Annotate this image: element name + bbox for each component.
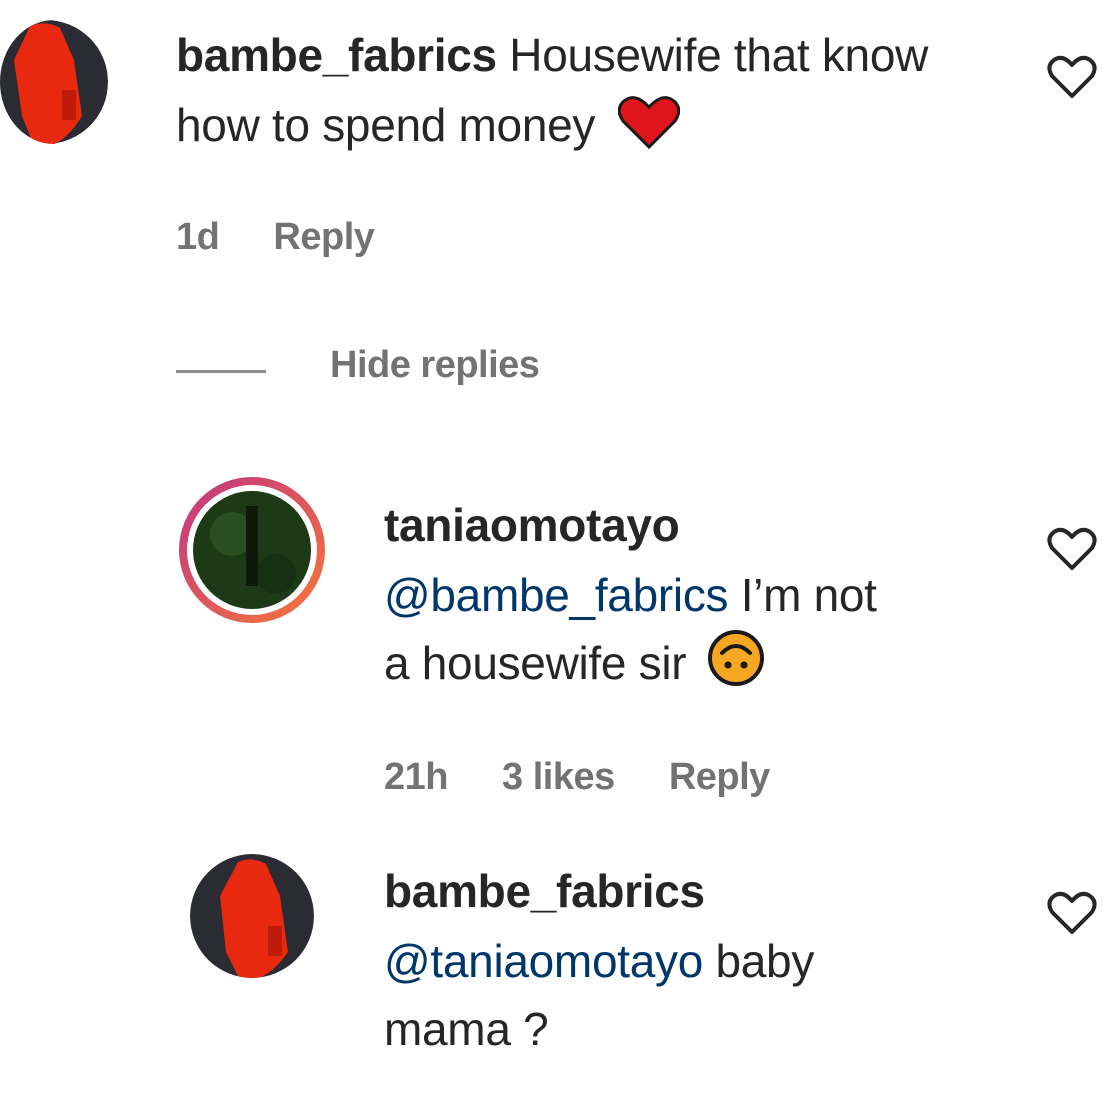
like-heart-icon[interactable] <box>1046 890 1098 936</box>
comment-username[interactable]: bambe_fabrics <box>176 29 497 81</box>
upside-down-face-icon <box>707 629 765 706</box>
reply-text-line1: I’m not <box>740 569 877 621</box>
replies-divider <box>176 370 266 373</box>
reply-button[interactable]: Reply <box>273 216 374 258</box>
comment-time: 1d <box>176 216 220 258</box>
reply-text-line1: baby <box>715 935 815 987</box>
red-heart-icon <box>617 95 680 168</box>
reply-username[interactable]: bambe_fabrics <box>384 856 705 926</box>
hide-replies-button[interactable]: Hide replies <box>330 344 540 387</box>
like-heart-icon[interactable] <box>1046 526 1098 572</box>
reply-button[interactable]: Reply <box>669 756 770 798</box>
likes-count[interactable]: 3 likes <box>502 756 615 798</box>
reply-text-line2-row: a housewife sir <box>384 628 765 706</box>
mention-link[interactable]: @taniaomotayo <box>384 935 703 987</box>
reply-time: 21h <box>384 756 448 798</box>
reply-text-line2: a housewife sir <box>384 637 687 689</box>
comment-body: bambe_fabrics Housewife that know how to… <box>176 20 976 168</box>
reply-text: @bambe_fabrics I’m not <box>384 560 1024 630</box>
reply-text: @taniaomotayo baby <box>384 926 1024 996</box>
mention-link[interactable]: @bambe_fabrics <box>384 569 729 621</box>
comment-meta: 1d Reply <box>176 216 418 259</box>
reply-text-line2: mama ? <box>384 1003 549 1055</box>
reply-meta: 21h 3 likes Reply <box>384 756 814 799</box>
like-heart-icon[interactable] <box>1046 54 1098 100</box>
avatar-taniaomotayo[interactable] <box>176 474 328 626</box>
avatar-bambe-fabrics[interactable] <box>0 20 108 144</box>
avatar-bambe-fabrics[interactable] <box>190 854 314 978</box>
reply-username[interactable]: taniaomotayo <box>384 490 680 560</box>
